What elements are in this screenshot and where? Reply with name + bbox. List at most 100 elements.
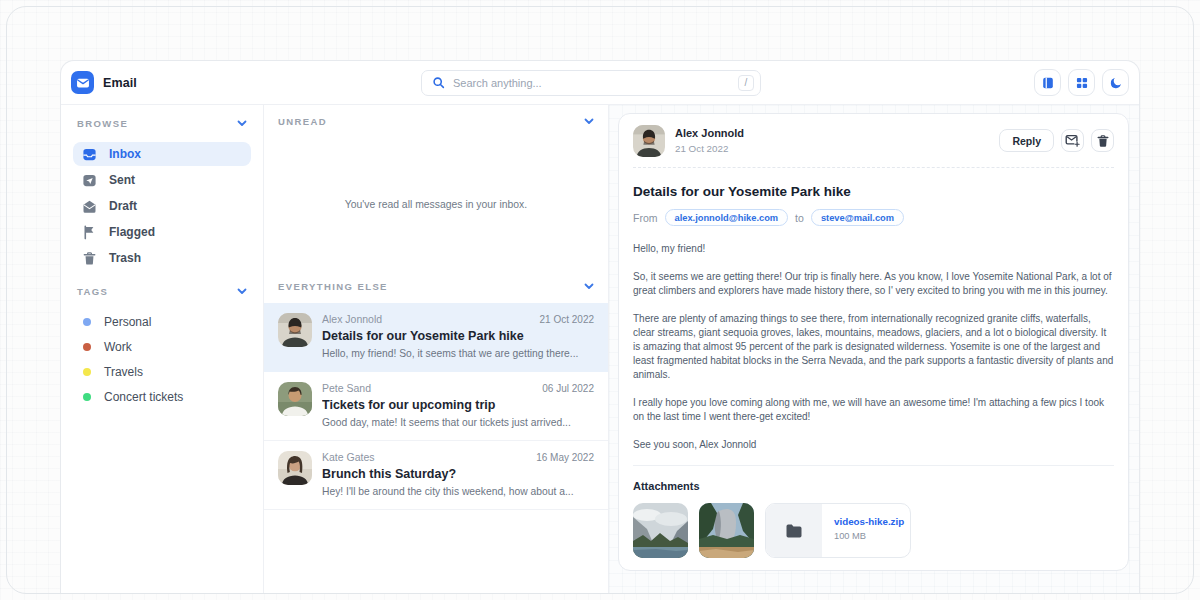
sidebar-item-label: Sent	[109, 173, 135, 187]
unread-empty-message: You've read all messages in your inbox.	[264, 127, 608, 281]
email-detail-card: Alex Jonnold 21 Oct 2022 Reply Details f…	[618, 113, 1129, 571]
detail-header: Alex Jonnold 21 Oct 2022 Reply	[633, 114, 1114, 168]
attachments-row: videos-hike.zip 100 MB	[633, 503, 1114, 558]
sidebar-item-draft[interactable]: Draft	[73, 194, 251, 218]
file-name: videos-hike.zip	[834, 516, 904, 527]
sidebar-item-label: Trash	[109, 251, 141, 265]
file-info: videos-hike.zip 100 MB	[822, 504, 904, 557]
email-body: Hello, my friend! So, it seems we are ge…	[633, 242, 1114, 452]
email-list-item[interactable]: Pete Sand 06 Jul 2022 Tickets for our up…	[264, 372, 608, 441]
detail-date: 21 Oct 2022	[675, 144, 744, 154]
tag-label: Personal	[104, 315, 151, 329]
sidebar-item-flagged[interactable]: Flagged	[73, 220, 251, 244]
search-shortcut-key: /	[738, 75, 754, 91]
tag-label: Travels	[104, 365, 143, 379]
avatar	[278, 382, 312, 416]
chevron-down-icon	[584, 118, 594, 125]
email-date: 21 Oct 2022	[540, 314, 594, 325]
browse-label: BROWSE	[77, 118, 128, 129]
from-label: From	[633, 212, 658, 224]
chevron-down-icon	[237, 288, 247, 295]
body-paragraph: There are plenty of amazing things to se…	[633, 312, 1114, 382]
book-button[interactable]	[1034, 69, 1061, 96]
email-list: Alex Jonnold 21 Oct 2022 Details for our…	[264, 303, 608, 510]
tag-label: Work	[104, 340, 132, 354]
delete-button[interactable]	[1091, 129, 1114, 152]
email-sender: Pete Sand	[322, 382, 371, 394]
envelope-plus-icon	[1065, 133, 1080, 148]
apps-grid-icon	[1075, 76, 1089, 90]
sidebar-item-inbox[interactable]: Inbox	[73, 142, 251, 166]
topbar: Email Search anything... /	[61, 61, 1139, 105]
sidebar-item-label: Draft	[109, 199, 137, 213]
app-title: Email	[103, 76, 137, 90]
sidebar-item-label: Inbox	[109, 147, 141, 161]
email-logo-icon	[71, 71, 94, 94]
attachment-photo-1[interactable]	[633, 503, 688, 558]
mail-list-panel: UNREAD You've read all messages in your …	[263, 105, 609, 593]
reply-button[interactable]: Reply	[999, 129, 1054, 152]
tag-item-personal[interactable]: Personal	[73, 310, 251, 333]
email-subject: Details for our Yosemite Park hike	[322, 329, 594, 343]
folder-icon	[785, 523, 803, 539]
email-detail-panel: Alex Jonnold 21 Oct 2022 Reply Details f…	[609, 105, 1139, 593]
tags-nav: Personal Work Travels Concert tickets	[73, 310, 251, 408]
dark-mode-button[interactable]	[1102, 69, 1129, 96]
tags-section-header[interactable]: TAGS	[73, 283, 251, 300]
email-preview: Good day, mate! It seems that our ticket…	[322, 417, 594, 428]
to-email-chip[interactable]: steve@mail.com	[811, 209, 904, 226]
email-subject: Tickets for our upcoming trip	[322, 398, 594, 412]
forward-button[interactable]	[1061, 129, 1084, 152]
tags-label: TAGS	[77, 286, 108, 297]
attachments-label: Attachments	[633, 480, 1114, 492]
email-date: 06 Jul 2022	[542, 383, 594, 394]
tag-item-work[interactable]: Work	[73, 335, 251, 358]
email-list-item[interactable]: Alex Jonnold 21 Oct 2022 Details for our…	[264, 303, 608, 372]
app-window: Email Search anything... / BROWSE	[60, 60, 1140, 593]
flag-icon	[82, 225, 97, 240]
email-sender: Alex Jonnold	[322, 313, 382, 325]
email-preview: Hello, my friend! So, it seems that we a…	[322, 348, 594, 359]
email-date: 16 May 2022	[536, 452, 594, 463]
search-icon	[432, 76, 445, 89]
sidebar-item-label: Flagged	[109, 225, 155, 239]
chevron-down-icon	[237, 120, 247, 127]
detail-sender-block: Alex Jonnold 21 Oct 2022	[675, 128, 744, 154]
sidebar-item-sent[interactable]: Sent	[73, 168, 251, 192]
detail-sender-name: Alex Jonnold	[675, 128, 744, 139]
email-list-item[interactable]: Kate Gates 16 May 2022 Brunch this Satur…	[264, 441, 608, 510]
unread-section-header[interactable]: UNREAD	[264, 105, 608, 127]
to-label: to	[795, 212, 804, 224]
tag-item-concert-tickets[interactable]: Concert tickets	[73, 385, 251, 408]
unread-label: UNREAD	[278, 116, 327, 127]
sidebar: BROWSE Inbox Sent Draft Flagge	[61, 105, 263, 593]
tag-label: Concert tickets	[104, 390, 183, 404]
email-preview: Hey! I'll be around the city this weeken…	[322, 486, 594, 497]
everything-else-section-header[interactable]: EVERYTHING ELSE	[264, 281, 608, 292]
body-paragraph: Hello, my friend!	[633, 242, 1114, 256]
body-paragraph: So, it seems we are getting there! Our t…	[633, 270, 1114, 298]
attachment-file-card[interactable]: videos-hike.zip 100 MB	[765, 503, 911, 558]
email-subject: Brunch this Saturday?	[322, 467, 594, 481]
browse-section-header[interactable]: BROWSE	[73, 115, 251, 132]
topbar-actions	[1034, 69, 1129, 96]
browse-nav: Inbox Sent Draft Flagged Trash	[73, 142, 251, 270]
tag-dot	[83, 393, 91, 401]
search-input[interactable]: Search anything... /	[421, 70, 761, 96]
moon-icon	[1109, 76, 1123, 90]
tag-dot	[83, 368, 91, 376]
apps-grid-button[interactable]	[1068, 69, 1095, 96]
avatar	[278, 313, 312, 347]
attachment-photo-2[interactable]	[699, 503, 754, 558]
sidebar-item-trash[interactable]: Trash	[73, 246, 251, 270]
draft-icon	[82, 199, 97, 214]
everything-else-label: EVERYTHING ELSE	[278, 281, 388, 292]
search-placeholder: Search anything...	[453, 77, 730, 89]
from-to-row: From alex.jonnold@hike.com to steve@mail…	[633, 209, 1114, 226]
chevron-down-icon	[584, 283, 594, 290]
tag-item-travels[interactable]: Travels	[73, 360, 251, 383]
content: BROWSE Inbox Sent Draft Flagge	[61, 105, 1139, 593]
detail-subject: Details for our Yosemite Park hike	[633, 184, 1114, 199]
email-summary: Kate Gates 16 May 2022 Brunch this Satur…	[322, 451, 594, 509]
from-email-chip[interactable]: alex.jonnold@hike.com	[665, 209, 789, 226]
